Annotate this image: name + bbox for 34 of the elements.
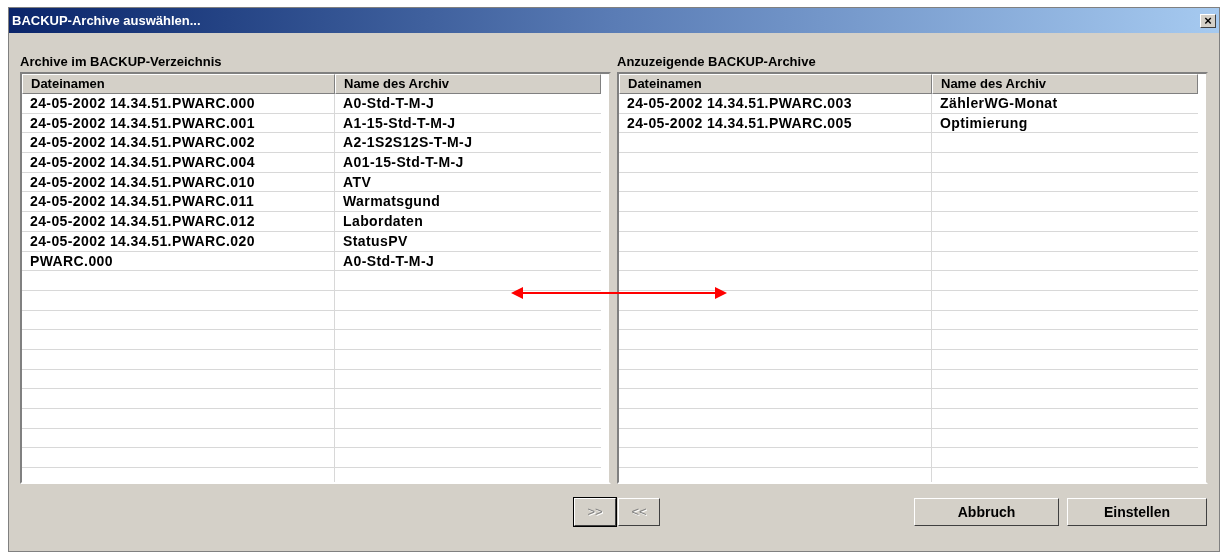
window-title: BACKUP-Archive auswählen... [12, 11, 201, 30]
table-cell: PWARC.000 [22, 251, 335, 271]
table-cell: 24-05-2002 14.34.51.PWARC.004 [22, 153, 335, 172]
cancel-button[interactable]: Abbruch [914, 498, 1059, 526]
table-cell: 24-05-2002 14.34.51.PWARC.001 [22, 113, 335, 133]
column-header[interactable]: Name des Archiv [335, 74, 601, 94]
table-cell: 24-05-2002 14.34.51.PWARC.000 [22, 94, 335, 113]
table-cell-text: A01-15-Std-T-M-J [342, 153, 465, 172]
table-cell-text: StatusPV [342, 231, 409, 251]
table-cell-text: ATV [342, 172, 373, 192]
panel-label: Archive im BACKUP-Verzeichnis [20, 53, 223, 71]
archive-table[interactable]: Dateinamen Name des Archiv 24-05-2002 14.34.51.PWARC.003 ZählerWG-Monat 24-05-2002 14.34.51.PWARC.005 Optimierung [617, 72, 1208, 484]
table-cell: 24-05-2002 14.34.51.PWARC.010 [22, 172, 335, 192]
apply-button[interactable]: Einstellen [1067, 498, 1207, 526]
archive-table[interactable] [20, 72, 611, 484]
table-cell: 24-05-2002 14.34.51.PWARC.011 [22, 192, 335, 212]
table-cell: 24-05-2002 14.34.51.PWARC.003 [619, 94, 932, 113]
table-cell-text: Labordaten [342, 212, 425, 231]
table-cell-text: A0-Std-T-M-J [342, 251, 436, 271]
table-cell-text: Optimierung [939, 113, 1029, 133]
close-button[interactable]: × [1200, 13, 1216, 28]
table-cell: 24-05-2002 14.34.51.PWARC.005 [619, 113, 932, 133]
panel-label: Anzuzeigende BACKUP-Archive [617, 53, 817, 71]
column-header[interactable]: Dateinamen [22, 74, 335, 94]
table-cell: 24-05-2002 14.34.51.PWARC.012 [22, 212, 335, 231]
column-header[interactable]: Dateinamen [619, 74, 932, 94]
table-cell-text: A2-1S2S12S-T-M-J [342, 133, 474, 153]
table-cell-text: A0-Std-T-M-J [342, 94, 436, 113]
table-cell-text: Warmatsgund [342, 192, 442, 212]
table-cell-text: A1-15-Std-T-M-J [342, 113, 457, 133]
column-header[interactable]: Name des Archiv [932, 74, 1198, 94]
table-cell: 24-05-2002 14.34.51.PWARC.002 [22, 133, 335, 153]
table-cell-text: ZählerWG-Monat [939, 94, 1059, 113]
table-cell: 24-05-2002 14.34.51.PWARC.020 [22, 231, 335, 251]
